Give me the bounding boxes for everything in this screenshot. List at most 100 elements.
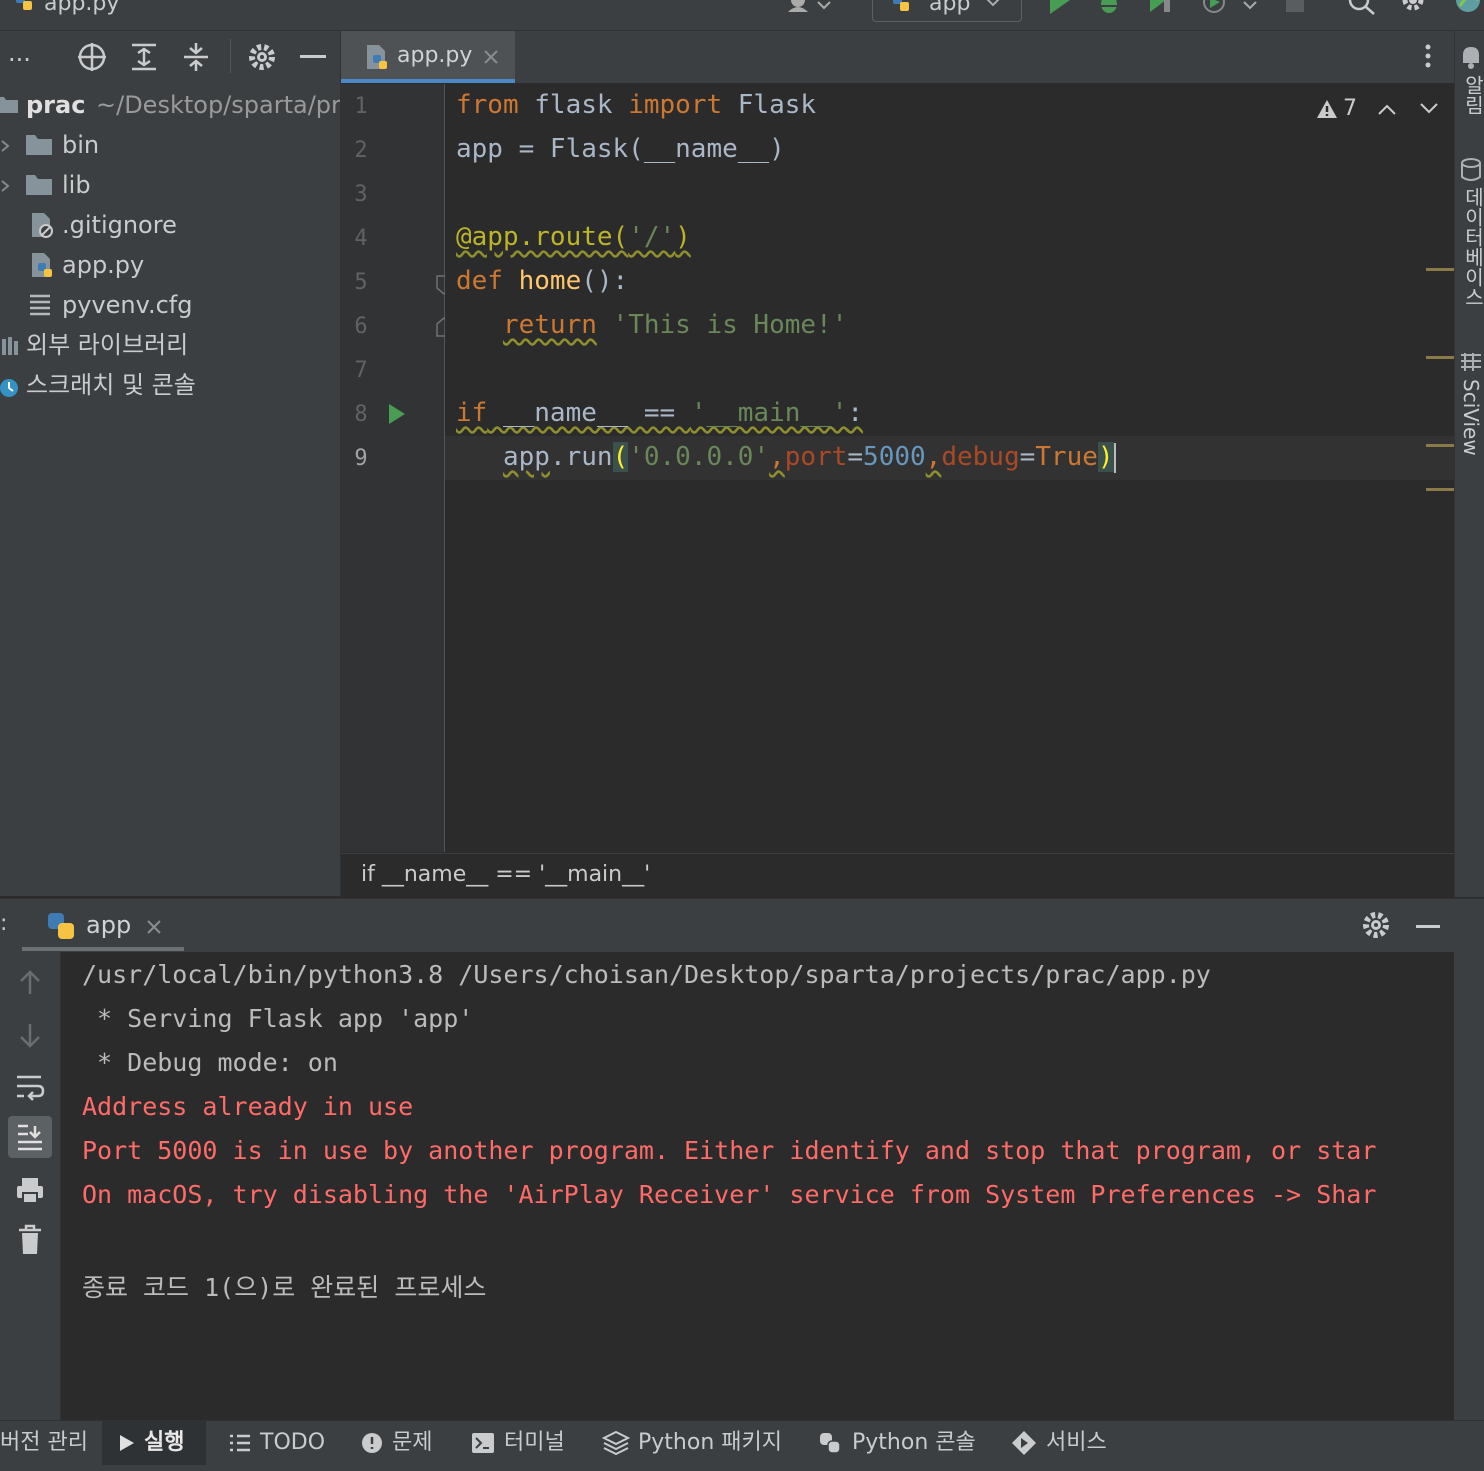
tool-python-console[interactable]: Python 콘솔 <box>818 1421 976 1465</box>
stop-icon[interactable] <box>1284 0 1306 14</box>
more-options-icon[interactable] <box>1423 43 1433 73</box>
tree-item-bin[interactable]: bin <box>0 125 340 165</box>
run-right-strip <box>1454 952 1484 1420</box>
scroll-mark[interactable] <box>1426 268 1454 271</box>
run-console[interactable]: /usr/local/bin/python3.8 /Users/choisan/… <box>61 952 1454 1420</box>
run-config-label: app <box>929 0 971 16</box>
database-tool[interactable]: 데이터베이스 <box>1457 157 1484 317</box>
code-line: return 'This is Home!' <box>502 310 848 340</box>
scroll-mark[interactable] <box>1426 444 1454 447</box>
warning-icon <box>1317 99 1337 118</box>
folder-icon <box>26 135 52 155</box>
settings-gear-icon[interactable] <box>246 41 278 73</box>
tool-problems[interactable]: 문제 <box>360 1421 432 1465</box>
project-tree: prac ~/Desktop/sparta/pr bin lib .gitign… <box>0 83 340 896</box>
console-error-line: Address already in use <box>82 1092 414 1121</box>
tool-label: TODO <box>260 1430 326 1455</box>
run-config-select[interactable]: app <box>872 0 1022 22</box>
tool-run[interactable]: 실행 <box>102 1421 206 1465</box>
tool-label: 서비스 <box>1046 1430 1107 1455</box>
gear-icon[interactable] <box>1398 0 1428 16</box>
run-tab-app[interactable]: app <box>22 899 184 953</box>
title-file-tab[interactable]: app.py <box>44 0 119 16</box>
expand-all-icon[interactable] <box>128 41 160 73</box>
tree-item-label: bin <box>62 131 100 159</box>
problems-icon <box>362 1433 382 1453</box>
hide-panel-icon[interactable] <box>1416 925 1440 928</box>
tool-label: 문제 <box>392 1430 433 1455</box>
editor-gutter: 1 2 3 4 5 6 7 8 9 <box>341 84 452 852</box>
print-icon[interactable] <box>14 1174 46 1206</box>
code-line: from flask import Flask <box>456 90 817 120</box>
tool-todo[interactable]: TODO <box>228 1421 325 1465</box>
arrow-up-icon[interactable] <box>16 968 44 998</box>
code-line: app = Flask(__name__) <box>456 134 785 164</box>
trash-icon[interactable] <box>16 1224 44 1256</box>
tree-item-label: .gitignore <box>62 211 177 239</box>
tool-vcs[interactable]: 버전 관리 <box>0 1421 88 1465</box>
soft-wrap-icon[interactable] <box>14 1072 46 1102</box>
locate-icon[interactable] <box>76 41 108 73</box>
inspection-widget[interactable]: 7 <box>1315 96 1357 121</box>
breadcrumb[interactable]: if __name__ == '__main__' <box>341 853 1454 898</box>
collapse-all-icon[interactable] <box>180 41 212 73</box>
run-gutter-icon[interactable] <box>387 402 407 426</box>
tab-label: app.py <box>397 43 473 68</box>
line-number: 4 <box>354 226 368 251</box>
run-side-toolbar <box>0 952 61 1420</box>
tool-python-packages[interactable]: Python 패키지 <box>602 1421 782 1465</box>
line-number: 9 <box>354 446 368 471</box>
tree-item-app-py[interactable]: app.py <box>0 245 340 285</box>
debug-icon[interactable] <box>1096 0 1122 16</box>
close-icon[interactable] <box>146 919 162 935</box>
chevron-up-icon[interactable] <box>1377 102 1397 116</box>
profile-icon[interactable] <box>1198 0 1262 16</box>
scroll-mark[interactable] <box>1426 488 1454 491</box>
project-view-selector[interactable]: ... <box>8 39 31 67</box>
tree-item-label: pyvenv.cfg <box>62 291 193 319</box>
coverage-icon[interactable] <box>1146 0 1176 16</box>
chevron-down-icon[interactable] <box>1419 102 1439 116</box>
tree-item-label: lib <box>62 171 91 199</box>
run-panel-colon: : <box>0 911 8 936</box>
tool-label: 터미널 <box>504 1430 565 1455</box>
ignore-file-icon <box>32 213 53 238</box>
settings-gear-icon[interactable] <box>1360 909 1392 941</box>
sciview-tool[interactable]: SciView <box>1457 349 1484 469</box>
update-icon[interactable] <box>1450 0 1484 16</box>
tab-app-py[interactable]: app.py <box>341 31 515 83</box>
database-icon <box>1461 158 1481 181</box>
hide-panel-icon[interactable] <box>300 55 326 58</box>
warnings-count: 7 <box>1343 96 1357 121</box>
bell-icon <box>1463 47 1479 69</box>
python-icon <box>48 913 74 939</box>
user-icon[interactable] <box>784 0 834 14</box>
tool-label: Python 콘솔 <box>852 1430 976 1455</box>
tree-item-pyvenv[interactable]: pyvenv.cfg <box>0 285 340 325</box>
tree-item-lib[interactable]: lib <box>0 165 340 205</box>
tool-label: 실행 <box>144 1430 185 1455</box>
tree-item-external-libraries[interactable]: 외부 라이브러리 <box>0 325 340 365</box>
console-line: /usr/local/bin/python3.8 /Users/choisan/… <box>82 960 1211 989</box>
search-icon[interactable] <box>1346 0 1378 16</box>
console-error-line: Port 5000 is in use by another program. … <box>82 1136 1377 1165</box>
notifications-tool[interactable]: 알림 <box>1457 41 1484 141</box>
scroll-to-end-button[interactable] <box>8 1116 52 1158</box>
tree-item-scratches[interactable]: 스크래치 및 콘솔 <box>0 365 340 405</box>
close-icon[interactable] <box>483 49 499 65</box>
python-console-icon <box>820 1433 841 1454</box>
code-editor[interactable]: from flask import Flask app = Flask(__na… <box>445 84 1454 852</box>
project-toolbar: ... <box>0 31 340 83</box>
python-file-icon <box>32 253 52 277</box>
run-icon[interactable] <box>1046 0 1072 16</box>
terminal-icon <box>472 1433 494 1453</box>
console-line: * Debug mode: on <box>82 1048 338 1077</box>
tree-item-gitignore[interactable]: .gitignore <box>0 205 340 245</box>
run-icon <box>120 1435 134 1451</box>
tool-services[interactable]: 서비스 <box>1010 1421 1107 1465</box>
arrow-down-icon[interactable] <box>16 1020 44 1050</box>
text-caret <box>1113 442 1116 473</box>
scroll-mark[interactable] <box>1426 356 1454 359</box>
line-number: 1 <box>354 94 368 119</box>
tool-terminal[interactable]: 터미널 <box>470 1421 565 1465</box>
